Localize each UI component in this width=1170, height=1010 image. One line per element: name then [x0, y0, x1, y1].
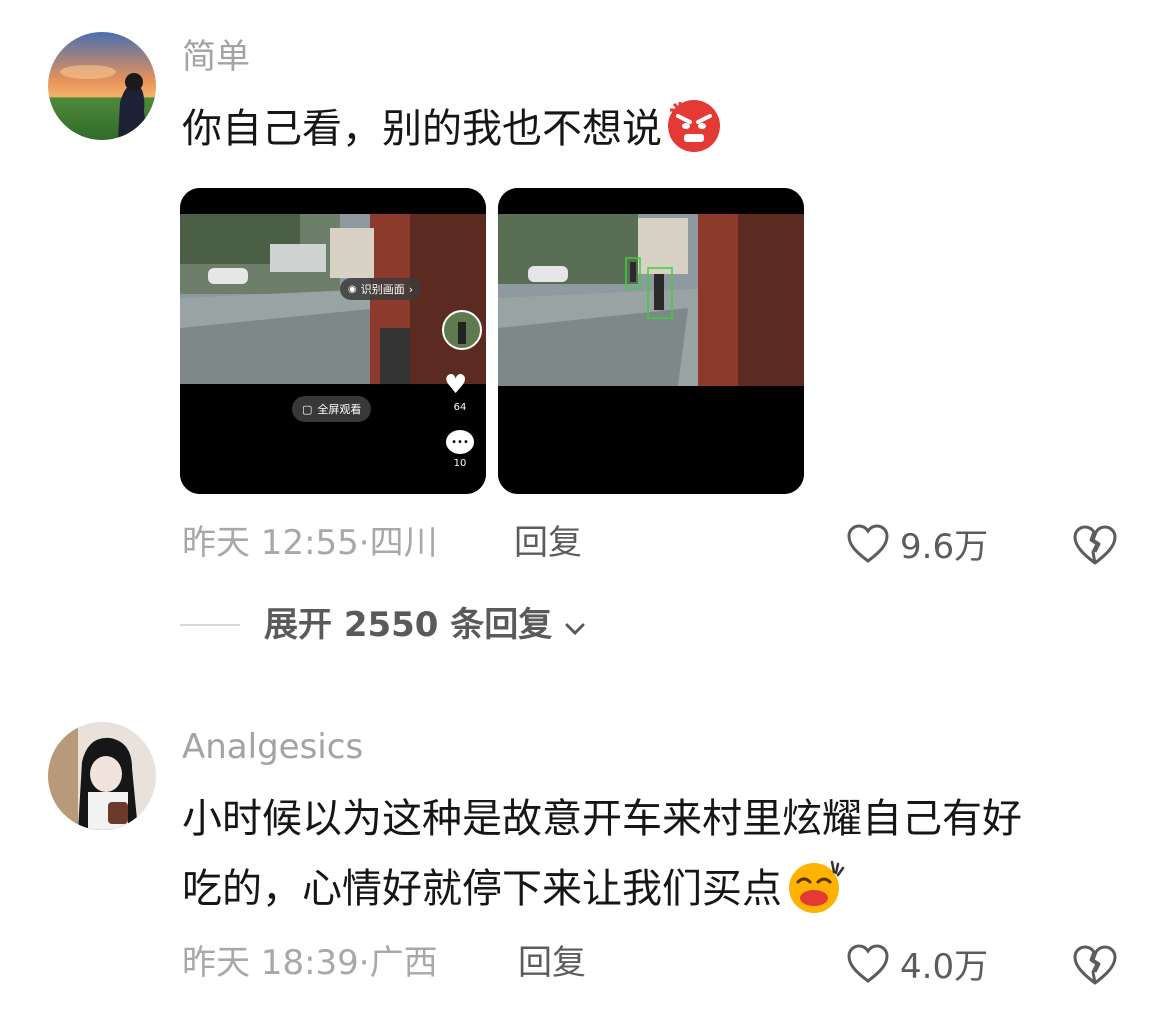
comment-text: 你自己看，别的我也不想说: [182, 94, 722, 166]
heart-outline-icon: [846, 944, 890, 990]
meta-separator: ·: [358, 943, 370, 983]
expand-replies-button[interactable]: 展开 2550 条回复: [264, 608, 586, 642]
comment-time: 昨天 18:39: [182, 943, 359, 983]
comment-meta: 昨天 12:55·四川: [182, 526, 438, 560]
video-like-icon[interactable]: ♥: [444, 372, 467, 398]
comment-meta: 昨天 18:39·广西: [182, 946, 438, 980]
chevron-right-icon: ›: [408, 282, 414, 296]
broken-heart-icon: [1072, 945, 1118, 990]
video-comment-icon[interactable]: •••: [446, 430, 474, 454]
avatar[interactable]: [48, 722, 156, 830]
comment-image-1[interactable]: ◉ 识别画面 › ▢ 全屏观看 ♥ 64 ••• 10: [180, 188, 486, 494]
reply-button[interactable]: 回复: [514, 526, 582, 560]
angry-face-emoji: [666, 96, 722, 166]
video-comment-count: 10: [453, 458, 467, 469]
creator-avatar[interactable]: [442, 310, 482, 350]
chevron-down-icon: [564, 608, 586, 642]
expand-label: 展开 2550 条回复: [264, 605, 553, 645]
comment-time: 昨天 12:55: [182, 523, 359, 563]
comment-image-2[interactable]: [498, 188, 804, 494]
broken-heart-icon: [1072, 525, 1118, 570]
recognize-image-pill[interactable]: ◉ 识别画面 ›: [340, 278, 422, 300]
fullscreen-button[interactable]: ▢ 全屏观看: [292, 396, 372, 422]
avatar[interactable]: [48, 32, 156, 140]
comment-text-content: 你自己看，别的我也不想说: [182, 106, 662, 152]
expand-divider: [180, 624, 240, 626]
like-count: 4.0万: [900, 947, 989, 987]
laughing-face-emoji: [786, 856, 846, 926]
username[interactable]: 简单: [182, 40, 250, 74]
comment-text-line-2-content: 吃的，心情好就停下来让我们买点: [182, 866, 782, 912]
comment-location: 广西: [369, 943, 438, 983]
reply-button[interactable]: 回复: [518, 946, 586, 980]
video-like-count: 64: [453, 402, 467, 413]
dislike-button[interactable]: [1072, 524, 1118, 570]
username[interactable]: Analgesics: [182, 730, 363, 764]
dislike-button[interactable]: [1072, 944, 1118, 990]
comment-location: 四川: [369, 523, 438, 563]
comment-text-line-2: 吃的，心情好就停下来让我们买点: [182, 854, 1142, 926]
meta-separator: ·: [358, 523, 370, 563]
like-button[interactable]: 4.0万: [846, 944, 988, 990]
like-button[interactable]: 9.6万: [846, 524, 988, 570]
scan-icon: ◉: [348, 283, 357, 295]
comment-text: 小时候以为这种是故意开车来村里炫耀自己有好 吃的，心情好就停下来让我们买点: [182, 784, 1142, 926]
fullscreen-icon: ▢: [302, 402, 313, 416]
recognize-label: 识别画面: [360, 283, 405, 296]
fullscreen-label: 全屏观看: [317, 403, 362, 416]
heart-outline-icon: [846, 524, 890, 570]
comment-text-line-1: 小时候以为这种是故意开车来村里炫耀自己有好: [182, 796, 1022, 842]
like-count: 9.6万: [900, 527, 989, 567]
